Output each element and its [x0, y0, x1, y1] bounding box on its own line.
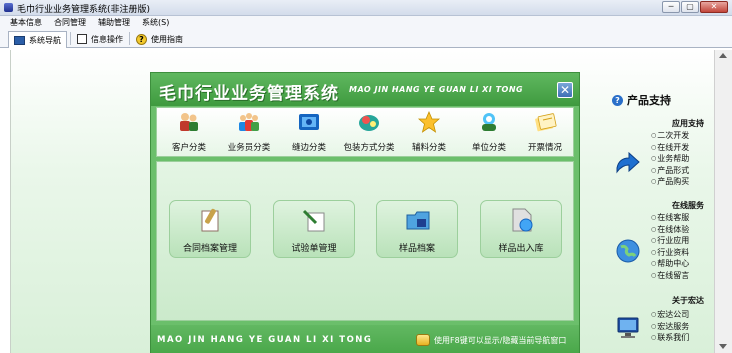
group-title: 在线服务 — [672, 201, 704, 210]
tool-invoice-status[interactable]: 开票情况 — [515, 111, 575, 153]
link-help-center[interactable]: 帮助中心 — [651, 258, 689, 270]
sample-stock-button[interactable]: 样品出入库 — [480, 200, 562, 258]
close-button[interactable]: ✕ — [700, 1, 728, 13]
tip-icon — [416, 334, 430, 346]
scroll-up-icon[interactable] — [719, 53, 727, 58]
monitor-icon — [14, 35, 25, 45]
module-area: 合同档案管理 试验单管理 样品档案 样品出入库 — [156, 161, 574, 321]
unit-icon — [482, 113, 496, 131]
sample-folder-icon — [406, 211, 430, 230]
tool-label: 包装方式分类 — [343, 143, 395, 153]
tab-divider — [129, 32, 130, 45]
tool-label: 辅料分类 — [411, 143, 446, 153]
tool-label: 客户分类 — [171, 143, 206, 153]
link-industry-app[interactable]: 行业应用 — [651, 235, 689, 247]
contract-archive-button[interactable]: 合同档案管理 — [169, 200, 251, 258]
tool-label: 业务员分类 — [227, 143, 271, 153]
globe-icon — [616, 239, 640, 263]
test-sheet-icon — [302, 209, 325, 232]
help-icon: ? — [136, 33, 147, 45]
sidebar-header: ? 产品支持 — [612, 92, 712, 108]
maximize-button[interactable]: ▢ — [681, 1, 699, 13]
salesmen-icon — [239, 113, 259, 131]
button-label: 试验单管理 — [291, 244, 337, 254]
tab-label: 使用指南 — [151, 34, 183, 44]
footer-tip-text: 使用F8键可以显示/隐藏当前导航窗口 — [434, 335, 567, 345]
tool-accessory-category[interactable]: 辅料分类 — [399, 110, 459, 153]
button-label: 样品出入库 — [498, 244, 544, 254]
app-icon — [4, 3, 13, 12]
help-icon: ? — [612, 94, 623, 106]
panel-pinyin: MAO JIN HANG YE GUAN LI XI TONG — [349, 85, 524, 94]
category-toolbar: 客户分类 业务员分类 缝边分类 包装方式分类 辅料分类 单位分类 开票情况 — [156, 107, 574, 157]
online-service-list: 在线客服 在线体验 行业应用 行业资料 帮助中心 在线留言 — [651, 212, 689, 281]
tab-label: 信息操作 — [91, 34, 123, 44]
panel-header: 毛巾行业业务管理系统 MAO JIN HANG YE GUAN LI XI TO… — [151, 73, 579, 106]
tab-user-guide[interactable]: ? 使用指南 — [131, 31, 188, 47]
window-title: 毛巾行业业务管理系统(非注册版) — [17, 5, 151, 15]
arrow-icon — [616, 152, 640, 174]
sidebar-title: 产品支持 — [627, 94, 671, 107]
computer-icon — [617, 317, 639, 338]
star-icon — [417, 110, 441, 133]
menu-system[interactable]: 系统(S) — [142, 16, 169, 29]
link-hongda-service[interactable]: 宏达服务 — [651, 321, 689, 333]
about-hongda-list: 宏达公司 宏达服务 联系我们 — [651, 309, 689, 344]
link-online-trial[interactable]: 在线体验 — [651, 224, 689, 236]
footer-pinyin: MAO JIN HANG YE GUAN LI XI TONG — [157, 335, 373, 345]
menu-bar: 基本信息 合同管理 辅助管理 系统(S) — [0, 16, 732, 29]
window-controls: ─ ▢ ✕ — [662, 1, 728, 13]
tab-info-operation[interactable]: 信息操作 — [72, 31, 128, 47]
app-support-list: 二次开发 在线开发 业务帮助 产品形式 产品购买 — [651, 130, 689, 188]
sample-archive-button[interactable]: 样品档案 — [376, 200, 458, 258]
customers-icon — [180, 113, 198, 131]
link-online-support[interactable]: 在线客服 — [651, 212, 689, 224]
link-online-dev[interactable]: 在线开发 — [651, 142, 689, 154]
tool-label: 缝边分类 — [291, 143, 326, 153]
button-label: 合同档案管理 — [182, 244, 237, 254]
button-label: 样品档案 — [398, 244, 435, 254]
menu-basic-info[interactable]: 基本信息 — [10, 16, 42, 29]
navigation-panel: 毛巾行业业务管理系统 MAO JIN HANG YE GUAN LI XI TO… — [150, 72, 580, 353]
tool-packaging-category[interactable]: 包装方式分类 — [339, 111, 399, 153]
invoice-icon — [535, 113, 557, 132]
minimize-button[interactable]: ─ — [662, 1, 680, 13]
tab-label: 系统导航 — [29, 35, 61, 45]
title-bar: 毛巾行业业务管理系统(非注册版) ─ ▢ ✕ — [0, 0, 732, 16]
tool-label: 单位分类 — [471, 143, 506, 153]
link-contact-us[interactable]: 联系我们 — [651, 332, 689, 344]
checkbox-icon — [77, 34, 87, 44]
hemming-icon — [299, 114, 319, 130]
tab-system-navigation[interactable]: 系统导航 — [8, 31, 67, 48]
tool-label: 开票情况 — [527, 143, 562, 153]
panel-title: 毛巾行业业务管理系统 — [159, 84, 339, 104]
packaging-icon — [359, 115, 379, 131]
test-sheet-button[interactable]: 试验单管理 — [273, 200, 355, 258]
scroll-down-icon[interactable] — [719, 344, 727, 349]
link-hongda-company[interactable]: 宏达公司 — [651, 309, 689, 321]
tool-hemming-category[interactable]: 缝边分类 — [279, 111, 339, 153]
menu-contract[interactable]: 合同管理 — [54, 16, 86, 29]
tab-divider — [70, 32, 71, 45]
link-secondary-dev[interactable]: 二次开发 — [651, 130, 689, 142]
link-online-message[interactable]: 在线留言 — [651, 270, 689, 282]
link-industry-data[interactable]: 行业资料 — [651, 247, 689, 259]
tool-salesman-category[interactable]: 业务员分类 — [219, 111, 279, 153]
product-support-sidebar: ? 产品支持 应用支持 二次开发 在线开发 业务帮助 产品形式 产品购买 在线服… — [612, 92, 712, 353]
group-title: 关于宏达 — [672, 296, 704, 305]
vertical-scrollbar[interactable] — [714, 50, 732, 353]
link-product-purchase[interactable]: 产品购买 — [651, 176, 689, 188]
link-business-help[interactable]: 业务帮助 — [651, 153, 689, 165]
tab-bar: 系统导航 信息操作 ? 使用指南 — [0, 29, 732, 48]
menu-auxiliary[interactable]: 辅助管理 — [98, 16, 130, 29]
group-title: 应用支持 — [672, 119, 704, 128]
tool-customer-category[interactable]: 客户分类 — [159, 111, 219, 153]
contract-icon — [201, 208, 219, 232]
panel-close-button[interactable]: ✕ — [557, 82, 573, 98]
sample-stock-icon — [512, 208, 533, 232]
link-product-form[interactable]: 产品形式 — [651, 165, 689, 177]
panel-footer: MAO JIN HANG YE GUAN LI XI TONG 使用F8键可以显… — [151, 325, 579, 353]
footer-tip: 使用F8键可以显示/隐藏当前导航窗口 — [416, 334, 566, 346]
tool-unit-category[interactable]: 单位分类 — [459, 111, 519, 153]
